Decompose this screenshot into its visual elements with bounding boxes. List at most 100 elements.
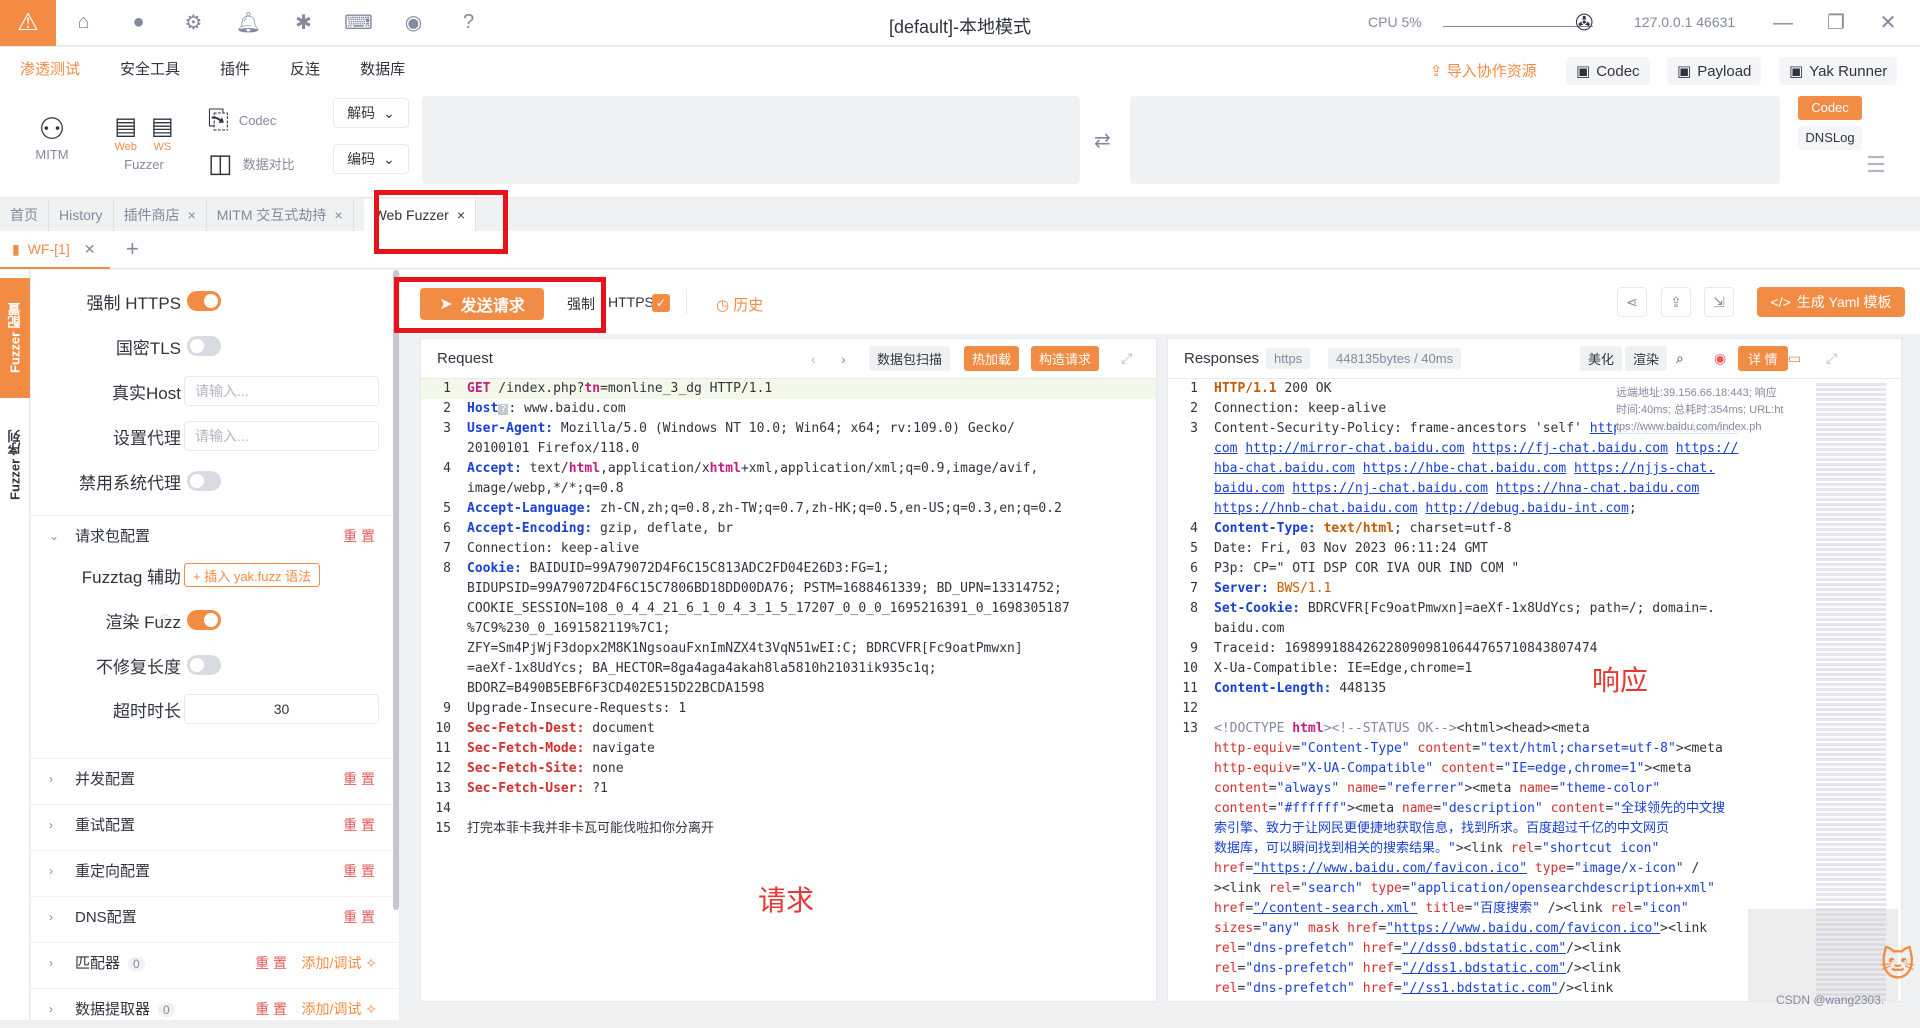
maximize-icon[interactable]: ❐	[1821, 8, 1851, 38]
section-title: 匹配器 0	[75, 952, 145, 973]
ws-fuzzer-icon[interactable]: ▤ WS	[151, 112, 174, 153]
search-icon[interactable]: ⌕	[1676, 350, 1684, 367]
close-icon[interactable]: ×	[334, 207, 342, 223]
codec-button[interactable]: ▣ Codec	[1566, 57, 1650, 85]
menu-pentest[interactable]: 渗透测试	[0, 58, 100, 79]
camera-icon[interactable]: ◉	[386, 0, 441, 46]
yakit-logo-icon[interactable]: ⚠	[0, 0, 56, 46]
import-resource-link[interactable]: ⇪ 导入协作资源	[1430, 60, 1537, 81]
no-fix-length-toggle[interactable]	[187, 655, 221, 675]
bug-icon[interactable]: ✱	[276, 0, 331, 46]
info-icon[interactable]: ⓘ	[159, 612, 171, 629]
construct-request-button[interactable]: 构造请求	[1031, 346, 1100, 371]
https-checkbox[interactable]: ✓	[652, 294, 670, 312]
chrome-icon[interactable]: ◉	[1714, 350, 1726, 367]
retry-section[interactable]: › 重试配置 重 置	[31, 804, 399, 844]
beautify-button[interactable]: 美化	[1580, 346, 1623, 371]
help-icon[interactable]: ?	[441, 0, 496, 46]
notification-bell-icon[interactable]: 🔔︎	[221, 0, 276, 46]
share-icon[interactable]: ⋖	[1617, 287, 1647, 317]
web-fuzzer-icon[interactable]: ▤ Web	[114, 112, 137, 153]
codec-tool[interactable]: ⎘ Codec	[208, 104, 276, 136]
gm-tls-toggle[interactable]	[187, 336, 221, 356]
timeout-input[interactable]: 30	[184, 694, 379, 724]
reset-button[interactable]: 重 置	[343, 526, 375, 546]
info-icon[interactable]: ⓘ	[156, 428, 168, 445]
close-icon[interactable]: ×	[188, 207, 196, 223]
reset-button[interactable]: 重 置	[343, 861, 375, 881]
codec-side-tab[interactable]: Codec	[1798, 96, 1862, 120]
swap-icon[interactable]: ⇄	[1094, 128, 1111, 153]
mitm-tool[interactable]: ⚇ MITM	[22, 112, 82, 162]
render-fuzz-toggle[interactable]	[187, 610, 221, 630]
hot-load-button[interactable]: 热加载	[964, 346, 1020, 371]
request-config-section[interactable]: ⌄ 请求包配置 重 置	[31, 515, 399, 555]
concurrency-section[interactable]: › 并发配置 重 置	[31, 758, 399, 798]
sub-tab-wf1[interactable]: ▮ WF-[1] ✕	[0, 231, 110, 269]
dns-section[interactable]: › DNS配置 重 置	[31, 896, 399, 936]
reset-button[interactable]: 重 置	[255, 953, 287, 973]
yak-runner-button[interactable]: ▣ Yak Runner	[1779, 57, 1898, 85]
redirect-section[interactable]: › 重定向配置 重 置	[31, 850, 399, 890]
tab-mitm-label: MITM 交互式劫持	[216, 207, 327, 223]
reset-button[interactable]: 重 置	[343, 769, 375, 789]
reset-button[interactable]: 重 置	[343, 907, 375, 927]
detail-button[interactable]: 详 情	[1738, 346, 1788, 371]
import-icon[interactable]: ⇲	[1704, 287, 1734, 317]
fuzzer-sequence-tab[interactable]: Fuzzer 序列	[0, 410, 30, 520]
decode-dropdown[interactable]: 解码 ⌄	[333, 98, 409, 128]
add-debug-button[interactable]: 添加/调试 ✧	[301, 953, 377, 973]
tab-home-label: 首页	[10, 207, 38, 223]
mascot-icon[interactable]: 🐱︎	[1880, 945, 1915, 985]
fullscreen-icon[interactable]: ⤢	[1826, 350, 1837, 367]
menu-security-tools[interactable]: 安全工具	[100, 58, 200, 79]
force-https-label: 强制 HTTPS	[86, 293, 181, 313]
real-host-input[interactable]: 请输入...	[184, 376, 379, 406]
menu-database[interactable]: 数据库	[340, 58, 425, 79]
tab-plugin-store[interactable]: 插件商店 ×	[114, 199, 207, 231]
add-tab-icon[interactable]: +	[126, 236, 139, 262]
extractor-section[interactable]: › 数据提取器 0 重 置 添加/调试 ✧	[31, 988, 399, 1028]
packet-scan-button[interactable]: 数据包扫描	[869, 346, 951, 371]
render-button[interactable]: 渲染	[1625, 346, 1668, 371]
codec-output-area[interactable]	[1130, 96, 1780, 184]
generate-yaml-button[interactable]: </> 生成 Yaml 模板	[1757, 287, 1905, 317]
proxy-input[interactable]: 请输入...	[184, 421, 379, 451]
fullscreen-icon[interactable]: ⤢	[1121, 350, 1132, 367]
reset-button[interactable]: 重 置	[255, 999, 287, 1019]
add-debug-button[interactable]: 添加/调试 ✧	[301, 999, 377, 1019]
comment-icon[interactable]: ▭	[1788, 350, 1801, 367]
settings-gear-icon[interactable]: ⚙	[166, 0, 221, 46]
dnslog-side-tab[interactable]: DNSLog	[1798, 126, 1862, 150]
reset-button[interactable]: 重 置	[343, 815, 375, 835]
arrow-left-icon[interactable]: ‹	[811, 351, 816, 367]
matcher-section[interactable]: › 匹配器 0 重 置 添加/调试 ✧	[31, 942, 399, 982]
minimize-icon[interactable]: —	[1768, 8, 1798, 38]
compare-tool[interactable]: ◫ 数据对比	[208, 148, 295, 179]
export-icon[interactable]: ⇪	[1661, 287, 1691, 317]
insert-fuzz-button[interactable]: + 插入 yak.fuzz 语法	[184, 563, 321, 587]
close-icon[interactable]: ✕	[84, 241, 96, 258]
encode-dropdown[interactable]: 编码 ⌄	[333, 144, 409, 174]
minimap-viewport[interactable]	[1748, 909, 1898, 1001]
tab-home[interactable]: 首页	[0, 199, 49, 231]
fuzzer-tool[interactable]: ▤ Web ▤ WS Fuzzer	[104, 112, 184, 182]
terminal-icon[interactable]: ⌨	[331, 0, 386, 46]
sort-icon[interactable]: ☰	[1866, 152, 1886, 178]
menu-plugins[interactable]: 插件	[200, 58, 270, 79]
codec-input-area[interactable]	[422, 96, 1080, 184]
fuzzer-config-tab[interactable]: Fuzzer 配置	[0, 278, 30, 398]
engine-status-icon[interactable]: ✇	[1575, 10, 1593, 36]
tab-history[interactable]: History	[49, 199, 114, 231]
arrow-right-icon[interactable]: ›	[841, 351, 846, 367]
config-scrollbar[interactable]	[393, 270, 399, 910]
menu-reverse[interactable]: 反连	[270, 58, 340, 79]
user-avatar-icon[interactable]: ●	[111, 0, 166, 46]
home-icon[interactable]: ⌂	[56, 0, 111, 46]
tab-mitm[interactable]: MITM 交互式劫持 ×	[207, 199, 354, 231]
force-https-toggle[interactable]	[187, 291, 221, 311]
disable-proxy-toggle[interactable]	[187, 471, 221, 491]
history-button[interactable]: ◷ 历史	[716, 294, 763, 315]
payload-button[interactable]: ▣ Payload	[1667, 57, 1762, 85]
close-icon[interactable]: ✕	[1873, 8, 1903, 38]
